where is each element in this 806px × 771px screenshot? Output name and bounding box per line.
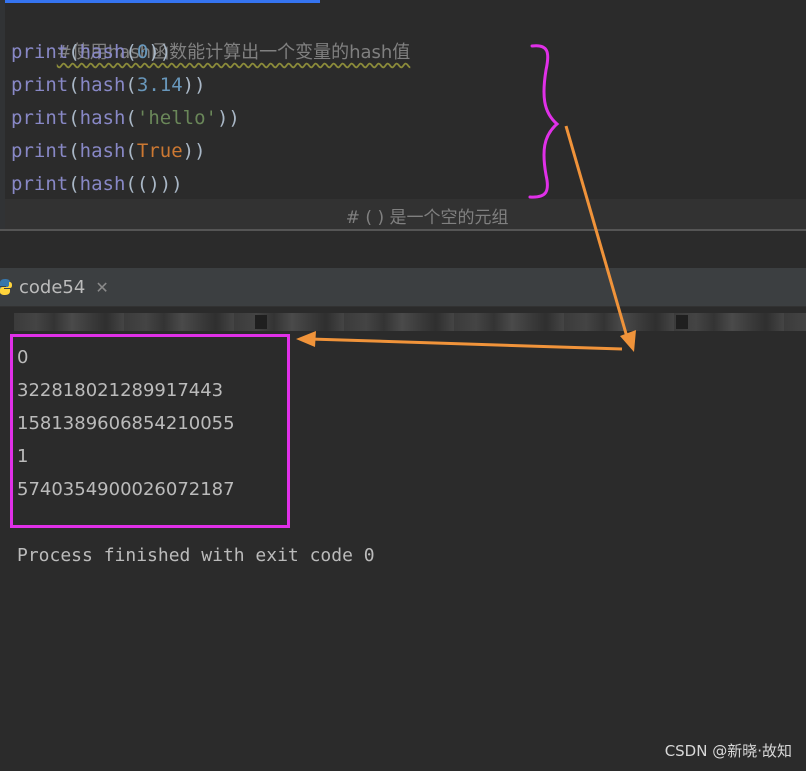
paren: )) <box>182 74 206 96</box>
argument: True <box>136 140 183 162</box>
close-icon[interactable]: ✕ <box>95 278 108 297</box>
paren: )) <box>182 140 206 162</box>
code-line-3[interactable]: print(hash('hello')) <box>11 102 240 135</box>
code-comment-line[interactable]: #使用hash函数能计算出一个变量的hash值 <box>11 3 411 63</box>
argument: 'hello' <box>136 107 217 129</box>
process-finished-message: Process finished with exit code 0 <box>17 545 375 566</box>
redacted-pixel <box>255 315 267 329</box>
paren: ( <box>125 74 137 96</box>
paren: )) <box>148 41 172 63</box>
paren: ( <box>68 107 80 129</box>
argument: () <box>136 173 160 195</box>
argument: 0 <box>136 41 149 63</box>
code-line-4[interactable]: print(hash(True)) <box>11 135 206 168</box>
paren: ( <box>68 140 80 162</box>
output-line-5: 5740354900026072187 <box>17 479 235 500</box>
hash-call: hash <box>79 41 126 63</box>
python-icon <box>0 278 12 296</box>
paren: ( <box>68 173 80 195</box>
hash-call: hash <box>79 74 126 96</box>
inline-comment-line: # ( ) 是一个空的元组 <box>300 168 509 228</box>
editor-gutter <box>0 0 5 231</box>
print-call: print <box>11 74 69 96</box>
inline-comment: # ( ) 是一个空的元组 <box>345 208 509 228</box>
paren: ( <box>125 173 137 195</box>
paren: )) <box>216 107 240 129</box>
output-line-1: 0 <box>17 347 29 368</box>
argument: 3.14 <box>136 74 183 96</box>
paren: ( <box>68 74 80 96</box>
tab-label: code54 <box>19 276 86 298</box>
watermark: CSDN @新晓·故知 <box>664 742 792 760</box>
paren: )) <box>159 173 183 195</box>
print-call: print <box>11 41 69 63</box>
run-tab-bar: code54 ✕ <box>0 268 806 307</box>
hash-call: hash <box>79 107 126 129</box>
paren: ( <box>125 41 137 63</box>
output-line-3: 1581389606854210055 <box>17 413 235 434</box>
paren: ( <box>125 107 137 129</box>
print-call: print <box>11 140 69 162</box>
hash-call: hash <box>79 140 126 162</box>
paren: ( <box>125 140 137 162</box>
code-line-5[interactable]: print(hash(())) <box>11 168 183 201</box>
redacted-pixel <box>676 315 688 329</box>
output-line-4: 1 <box>17 446 29 467</box>
tab-code54[interactable]: code54 ✕ <box>0 268 109 306</box>
print-call: print <box>11 173 69 195</box>
code-editor[interactable]: #使用hash函数能计算出一个变量的hash值 print(hash(0)) p… <box>0 0 806 231</box>
output-line-2: 3228180212899174​43 <box>17 380 224 401</box>
code-line-1[interactable]: print(hash(0)) <box>11 36 171 69</box>
print-call: print <box>11 107 69 129</box>
panel-gap <box>0 231 806 268</box>
code-line-2[interactable]: print(hash(3.14)) <box>11 69 206 102</box>
paren: ( <box>68 41 80 63</box>
hash-call: hash <box>79 173 126 195</box>
